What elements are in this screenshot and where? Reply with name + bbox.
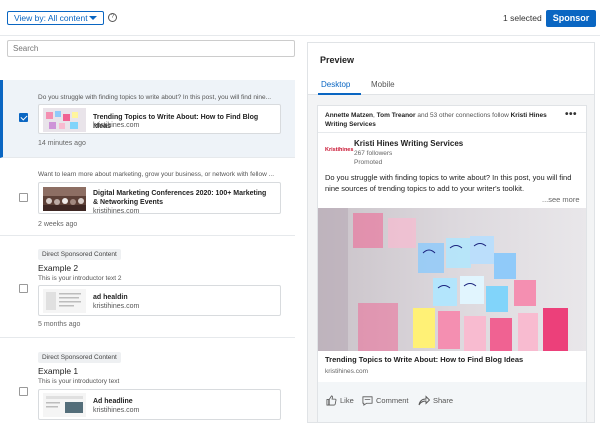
card-domain: kristihines.com [93, 303, 140, 310]
comment-button[interactable]: Comment [362, 395, 409, 406]
preview-title: Preview [320, 55, 355, 65]
like-button[interactable]: Like [326, 395, 354, 406]
direct-sponsored-badge: Direct Sponsored Content [38, 249, 121, 260]
search-input[interactable] [7, 40, 295, 57]
card-domain: kristihines.com [93, 407, 140, 414]
selected-count: 1 selected [503, 13, 542, 23]
direct-sponsored-badge: Direct Sponsored Content [38, 352, 121, 363]
share-label: Share [433, 396, 454, 405]
comment-icon [362, 396, 373, 406]
like-label: Like [340, 396, 354, 405]
intro-text: This is your introductor text 2 [38, 275, 122, 282]
card-domain: kristihines.com [93, 122, 140, 129]
caret-down-icon [89, 16, 97, 20]
link-card[interactable]: Ad headline kristihines.com [38, 389, 281, 420]
link-card[interactable]: Trending Topics to Write About: How to F… [38, 104, 281, 134]
tab-desktop[interactable]: Desktop [321, 80, 350, 89]
card-domain: kristihines.com [93, 208, 140, 215]
tab-mobile[interactable]: Mobile [371, 80, 395, 89]
webpage-thumbnail [43, 393, 86, 417]
link-card[interactable]: Digital Marketing Conferences 2020: 100+… [38, 182, 281, 215]
post-text: Do you struggle with finding topics to w… [325, 173, 572, 193]
intro-text: This is your introductory text [38, 378, 120, 385]
list-item[interactable]: Direct Sponsored Content Example 1 This … [0, 338, 295, 423]
see-more-link[interactable]: ...see more [542, 195, 580, 204]
list-item[interactable]: Want to learn more about marketing, grow… [0, 158, 295, 236]
action-bar: Like Comment Share [318, 382, 586, 422]
comment-label: Comment [376, 396, 409, 405]
top-bar: View by: All content ? 1 selected Sponso… [0, 0, 600, 36]
company-logo: Kristihines [325, 139, 353, 161]
time-ago: 14 minutes ago [38, 140, 86, 147]
card-title: Ad headline [93, 398, 133, 405]
company-name[interactable]: Kristi Hines Writing Services [354, 139, 463, 148]
ad-preview-post: Annette Matzen, Tom Treanor and 53 other… [317, 105, 587, 423]
connection-name: Annette Matzen [325, 112, 374, 119]
divider [318, 132, 586, 133]
active-tab-indicator [318, 93, 361, 95]
item-checkbox[interactable] [19, 113, 28, 122]
thumbs-up-icon [326, 395, 337, 406]
share-arrow-icon [418, 395, 430, 406]
view-by-dropdown[interactable]: View by: All content [7, 11, 104, 25]
preview-header: Preview Desktop Mobile [308, 43, 594, 95]
conference-thumbnail [43, 187, 86, 211]
intro-text: Do you struggle with finding topics to w… [38, 94, 272, 101]
intro-text: Want to learn more about marketing, grow… [38, 171, 275, 178]
link-domain: kristihines.com [325, 368, 368, 375]
view-by-label: View by: All content [14, 13, 88, 23]
time-ago: 2 weeks ago [38, 221, 78, 228]
time-ago: 5 months ago [38, 321, 81, 328]
list-item[interactable]: Do you struggle with finding topics to w… [0, 80, 295, 158]
sticky-notes-image [318, 208, 586, 351]
more-dots-icon[interactable]: ••• [565, 109, 577, 120]
sticky-notes-thumbnail [43, 108, 86, 132]
content-list: Do you struggle with finding topics to w… [0, 36, 300, 423]
card-title: Digital Marketing Conferences 2020: 100+… [93, 190, 267, 206]
card-title: ad healdin [93, 294, 128, 301]
item-checkbox[interactable] [19, 387, 28, 396]
item-checkbox[interactable] [19, 193, 28, 202]
promoted-label: Promoted [354, 159, 383, 166]
document-thumbnail [43, 289, 86, 313]
preview-panel: Preview Desktop Mobile Annette Matzen, T… [307, 42, 595, 423]
share-button[interactable]: Share [418, 395, 453, 406]
logo-text: Kristihines [325, 147, 354, 153]
link-card[interactable]: ad healdin kristihines.com [38, 285, 281, 316]
connection-name: Tom Treanor [376, 112, 416, 119]
link-title[interactable]: Trending Topics to Write About: How to F… [325, 355, 523, 364]
list-item[interactable]: Direct Sponsored Content Example 2 This … [0, 236, 295, 338]
item-checkbox[interactable] [19, 284, 28, 293]
social-proof-line: Annette Matzen, Tom Treanor and 53 other… [325, 112, 560, 129]
follower-count: 267 followers [354, 150, 393, 157]
item-title: Example 2 [38, 263, 79, 273]
social-proof-text: and 53 other connections follow [415, 112, 511, 119]
question-circle-icon[interactable]: ? [108, 13, 117, 22]
sponsor-button[interactable]: Sponsor [546, 10, 596, 27]
item-title: Example 1 [38, 366, 79, 376]
